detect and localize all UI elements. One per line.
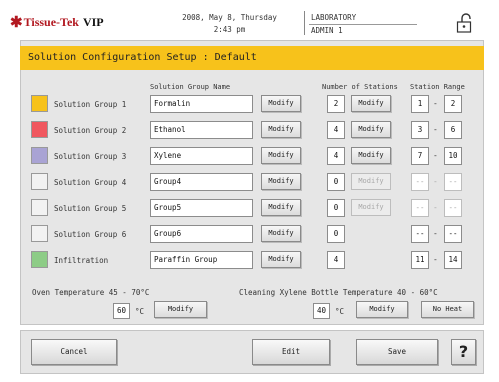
infiltration-color-swatch xyxy=(31,251,48,268)
group-1-name-field[interactable]: Formalin xyxy=(150,95,253,113)
header-date: 2008, May 8, Thursday xyxy=(182,13,277,22)
xylene-temperature-label: Cleaning Xylene Bottle Temperature 40 - … xyxy=(239,288,438,297)
group-2-name-field[interactable]: Ethanol xyxy=(150,121,253,139)
group-1-stations-count: 2 xyxy=(327,95,345,113)
group-1-range-start: 1 xyxy=(411,95,429,113)
group-1-range-end: 2 xyxy=(444,95,462,113)
header-time: 2:43 pm xyxy=(213,25,246,34)
group-1-modify-button[interactable]: Modify xyxy=(261,95,301,112)
group-2-range-start: 3 xyxy=(411,121,429,139)
group-5-range-dash: - xyxy=(433,203,438,212)
group-5-stations-modify-button: Modify xyxy=(351,199,391,216)
help-button[interactable]: ? xyxy=(451,339,476,365)
group-3-range-end: 10 xyxy=(444,147,462,165)
group-4-range-end: -- xyxy=(444,173,462,191)
edit-button[interactable]: Edit xyxy=(252,339,330,365)
group-1-label: Solution Group 1 xyxy=(54,100,127,109)
user-label: ADMIN 1 xyxy=(311,26,343,35)
group-5-stations-count: 0 xyxy=(327,199,345,217)
logo-text: Tissue-Tek xyxy=(23,14,79,29)
group-4-stations-modify-button: Modify xyxy=(351,173,391,190)
infiltration-modify-button[interactable]: Modify xyxy=(261,251,301,268)
xylene-temperature-unit: °C xyxy=(335,307,345,316)
group-6-stations-count: 0 xyxy=(327,225,345,243)
group-3-modify-button[interactable]: Modify xyxy=(261,147,301,164)
group-6-color-swatch xyxy=(31,225,48,242)
group-3-range-dash: - xyxy=(433,151,438,160)
infiltration-range-end: 14 xyxy=(444,251,462,269)
group-2-stations-count: 4 xyxy=(327,121,345,139)
group-4-color-swatch xyxy=(31,173,48,190)
infiltration-range-dash: - xyxy=(433,255,438,264)
infiltration-name-field[interactable]: Paraffin Group xyxy=(150,251,253,269)
group-6-modify-button[interactable]: Modify xyxy=(261,225,301,242)
header-divider xyxy=(304,11,305,35)
group-3-label: Solution Group 3 xyxy=(54,152,127,161)
group-2-modify-button[interactable]: Modify xyxy=(261,121,301,138)
group-4-range-dash: - xyxy=(433,177,438,186)
xylene-temperature-value: 40 xyxy=(313,303,330,319)
xylene-modify-button[interactable]: Modify xyxy=(356,301,408,318)
group-6-name-field[interactable]: Group6 xyxy=(150,225,253,243)
group-2-stations-modify-button[interactable]: Modify xyxy=(351,121,391,138)
group-6-range-dash: - xyxy=(433,229,438,238)
group-1-range-dash: - xyxy=(433,99,438,108)
page-title: Solution Configuration Setup : Default xyxy=(28,52,257,63)
group-3-stations-count: 4 xyxy=(327,147,345,165)
group-4-label: Solution Group 4 xyxy=(54,178,127,187)
group-4-stations-count: 0 xyxy=(327,173,345,191)
group-5-color-swatch xyxy=(31,199,48,216)
oven-temperature-unit: °C xyxy=(135,307,145,316)
group-5-label: Solution Group 5 xyxy=(54,204,127,213)
infiltration-range-start: 11 xyxy=(411,251,429,269)
padlock-icon[interactable] xyxy=(456,13,474,33)
oven-temperature-value: 60 xyxy=(113,303,130,319)
oven-temperature-label: Oven Temperature 45 - 70°C xyxy=(32,288,150,297)
infiltration-label: Infiltration xyxy=(54,256,109,265)
group-3-range-start: 7 xyxy=(411,147,429,165)
group-5-name-field[interactable]: Group5 xyxy=(150,199,253,217)
group-6-range-end: -- xyxy=(444,225,462,243)
group-5-range-end: -- xyxy=(444,199,462,217)
group-2-range-dash: - xyxy=(433,125,438,134)
group-6-label: Solution Group 6 xyxy=(54,230,127,239)
group-5-range-start: -- xyxy=(411,199,429,217)
group-3-stations-modify-button[interactable]: Modify xyxy=(351,147,391,164)
group-4-modify-button[interactable]: Modify xyxy=(261,173,301,190)
logo-suffix: VIP xyxy=(82,14,104,29)
group-2-color-swatch xyxy=(31,121,48,138)
group-4-range-start: -- xyxy=(411,173,429,191)
tissue-tek-logo: ✱ Tissue-Tek VIP xyxy=(10,11,150,33)
group-1-color-swatch xyxy=(31,95,48,112)
oven-modify-button[interactable]: Modify xyxy=(154,301,207,318)
column-header-group-name: Solution Group Name xyxy=(150,83,231,91)
group-6-range-start: -- xyxy=(411,225,429,243)
column-header-stations: Number of Stations xyxy=(322,83,398,91)
save-button[interactable]: Save xyxy=(356,339,438,365)
logo-star-icon: ✱ xyxy=(10,14,23,31)
location-label: LABORATORY xyxy=(311,13,357,22)
group-3-name-field[interactable]: Xylene xyxy=(150,147,253,165)
column-header-range: Station Range xyxy=(410,83,465,91)
group-2-label: Solution Group 2 xyxy=(54,126,127,135)
location-divider xyxy=(309,24,417,25)
group-4-name-field[interactable]: Group4 xyxy=(150,173,253,191)
group-3-color-swatch xyxy=(31,147,48,164)
cancel-button[interactable]: Cancel xyxy=(31,339,117,365)
no-heat-button[interactable]: No Heat xyxy=(421,301,474,318)
infiltration-stations-count: 4 xyxy=(327,251,345,269)
group-2-range-end: 6 xyxy=(444,121,462,139)
group-1-stations-modify-button[interactable]: Modify xyxy=(351,95,391,112)
group-5-modify-button[interactable]: Modify xyxy=(261,199,301,216)
